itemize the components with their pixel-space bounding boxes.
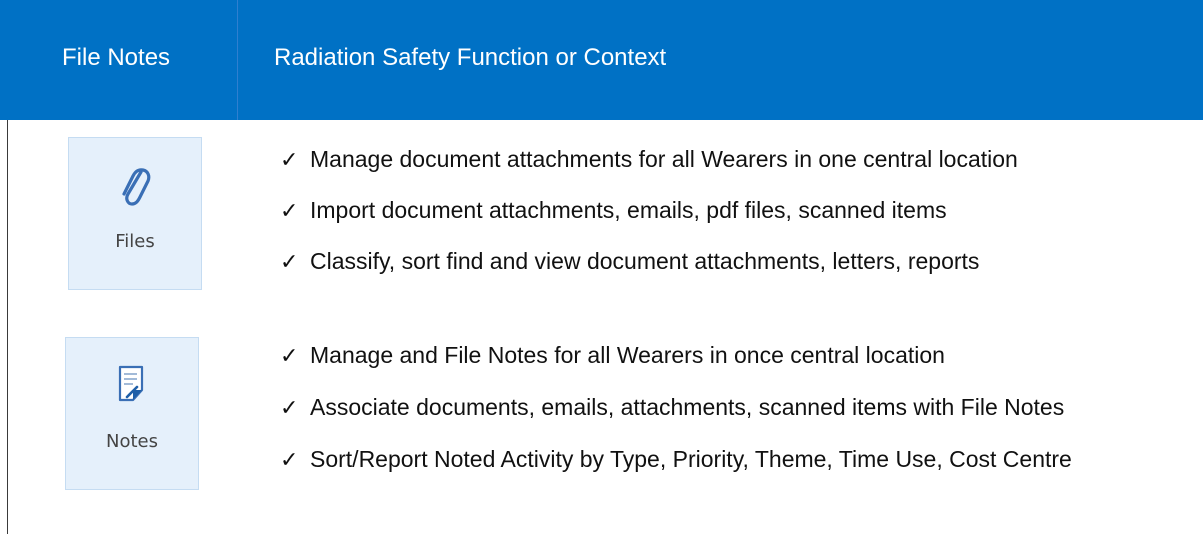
header-file-notes: File Notes [62, 44, 171, 71]
list-item: ✓ Associate documents, emails, attachment… [280, 394, 1065, 421]
table-left-border [7, 120, 8, 534]
notes-button[interactable]: Notes [65, 337, 199, 490]
notes-label: Notes [106, 431, 158, 452]
files-label: Files [115, 231, 155, 252]
check-icon: ✓ [280, 250, 299, 275]
table-header: File Notes Radiation Safety Function or … [0, 0, 1203, 120]
check-icon: ✓ [280, 344, 299, 369]
list-item: ✓ Manage and File Notes for all Wearers i… [280, 342, 945, 369]
note-icon [66, 364, 198, 409]
list-item: ✓ Sort/Report Noted Activity by Type, Pri… [280, 446, 1072, 473]
check-icon: ✓ [280, 199, 299, 224]
list-item: ✓ Manage document attachments for all Wea… [280, 146, 1018, 173]
paperclip-icon [69, 164, 201, 217]
list-item: ✓ Classify, sort find and view document a… [280, 248, 980, 275]
feature-table: File Notes Radiation Safety Function or … [0, 0, 1203, 534]
header-column-divider [237, 0, 238, 120]
check-icon: ✓ [280, 148, 299, 173]
check-icon: ✓ [280, 396, 299, 421]
list-item: ✓ Import document attachments, emails, pd… [280, 197, 947, 224]
header-function-context: Radiation Safety Function or Context [274, 44, 667, 71]
files-button[interactable]: Files [68, 137, 202, 290]
check-icon: ✓ [280, 448, 299, 473]
